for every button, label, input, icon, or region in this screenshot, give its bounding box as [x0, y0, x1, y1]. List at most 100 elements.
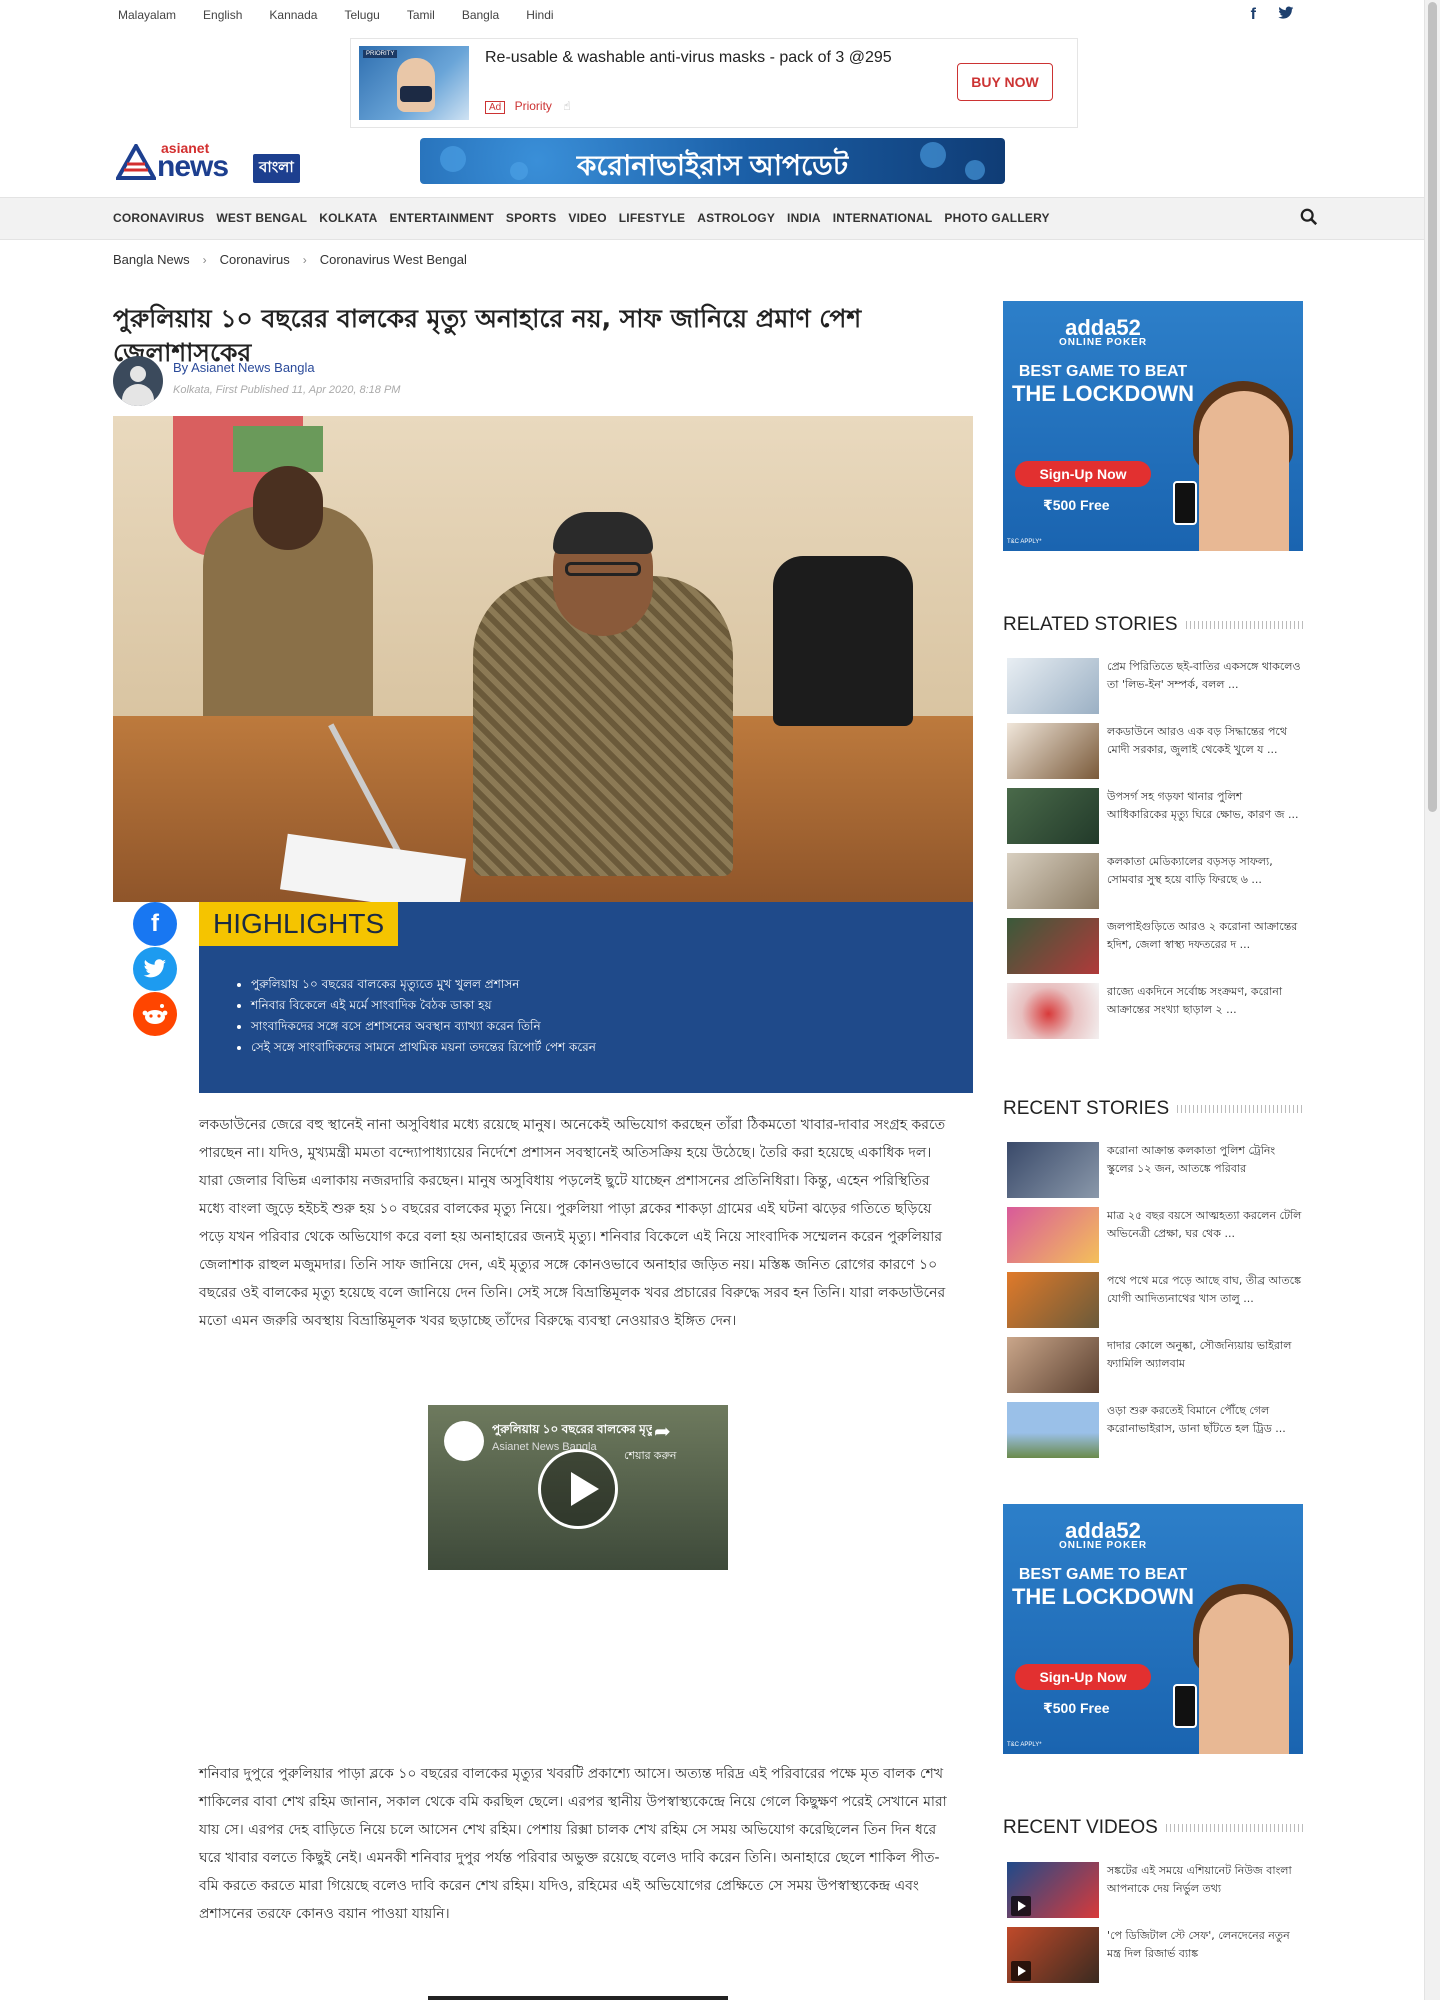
embedded-video-2[interactable]	[428, 1996, 728, 2000]
recent-stories-title: RECENT STORIES	[1003, 1098, 1170, 1119]
ad-title[interactable]: Re-usable & washable anti-virus masks - …	[485, 47, 905, 69]
nav-item-sports[interactable]: SPORTS	[506, 211, 557, 225]
story-title[interactable]: উপসর্গ সহ গড়ফা থানার পুলিশ আধিকারিকের ম…	[1107, 788, 1303, 824]
share-arrow-icon[interactable]: ➦	[654, 1419, 671, 1444]
list-item[interactable]: উপসর্গ সহ গড়ফা থানার পুলিশ আধিকারিকের ম…	[1007, 788, 1303, 853]
published-date: Kolkata, First Published 11, Apr 2020, 8…	[173, 384, 401, 396]
nav-item-west-bengal[interactable]: WEST BENGAL	[216, 211, 307, 225]
story-thumbnail[interactable]	[1007, 983, 1099, 1039]
story-title[interactable]: লকডাউনে আরও এক বড় সিদ্ধান্তের পথে মোদী …	[1107, 723, 1303, 759]
story-title[interactable]: দাদার কোলে অনুষ্কা, সৌজন্যিয়ায় ভাইরাল …	[1107, 1337, 1303, 1373]
related-stories-list: প্রেম পিরিতিতে ছই-বাতির একসঙ্গে থাকলেও ত…	[1007, 658, 1303, 1048]
lang-link-kannada[interactable]: Kannada	[269, 8, 317, 22]
facebook-share-icon[interactable]: f	[133, 902, 177, 946]
breadcrumb-coronavirus[interactable]: Coronavirus	[220, 252, 290, 267]
related-stories-title: RELATED STORIES	[1003, 614, 1178, 635]
search-icon[interactable]	[1300, 208, 1318, 226]
list-item[interactable]: জলপাইগুড়িতে আরও ২ করোনা আক্রান্তের হদিশ…	[1007, 918, 1303, 983]
nav-item-entertainment[interactable]: ENTERTAINMENT	[389, 211, 493, 225]
breadcrumb-coronavirus-west-bengal[interactable]: Coronavirus West Bengal	[320, 252, 467, 267]
lang-link-tamil[interactable]: Tamil	[407, 8, 435, 22]
video-title[interactable]: পুরুলিয়ায় ১০ বছরের বালকের মৃত্যু ...	[492, 1421, 652, 1441]
play-button[interactable]	[538, 1449, 618, 1529]
video-share-label[interactable]: শেয়ার করুন	[624, 1447, 676, 1466]
story-thumbnail[interactable]	[1007, 788, 1099, 844]
story-title[interactable]: রাজ্যে একদিনে সর্বোচ্চ সংক্রমণ, করোনা আক…	[1107, 983, 1303, 1019]
list-item[interactable]: 'পে ডিজিটাল স্টে সেফ', লেনদেনের নতুন মন্…	[1007, 1927, 1303, 1992]
covid-banner-text: করোনাভাইরাস আপডেট	[576, 150, 849, 181]
highlight-item: সাংবাদিকদের সঙ্গে বসে প্রশাসনের অবস্থান …	[251, 1016, 951, 1037]
sidebar-advertisement[interactable]: adda52 ONLINE POKER BEST GAME TO BEAT TH…	[1003, 1504, 1303, 1754]
story-thumbnail[interactable]	[1007, 853, 1099, 909]
story-title[interactable]: করোনা আক্রান্ত কলকাতা পুলিশ ট্রেনিং স্কু…	[1107, 1142, 1303, 1178]
recent-videos-heading: RECENT VIDEOS	[1003, 1817, 1303, 1839]
video-title[interactable]: 'পে ডিজিটাল স্টে সেফ', লেনদেনের নতুন মন্…	[1107, 1927, 1303, 1963]
nav-item-coronavirus[interactable]: CORONAVIRUS	[113, 211, 204, 225]
sidebar-advertisement[interactable]: adda52 ONLINE POKER BEST GAME TO BEAT TH…	[1003, 301, 1303, 551]
story-thumbnail[interactable]	[1007, 1337, 1099, 1393]
story-thumbnail[interactable]	[1007, 1207, 1099, 1263]
story-thumbnail[interactable]	[1007, 918, 1099, 974]
list-item[interactable]: করোনা আক্রান্ত কলকাতা পুলিশ ট্রেনিং স্কু…	[1007, 1142, 1303, 1207]
scrollbar-thumb[interactable]	[1428, 2, 1437, 812]
story-thumbnail[interactable]	[1007, 723, 1099, 779]
story-thumbnail[interactable]	[1007, 658, 1099, 714]
embedded-video[interactable]: পুরুলিয়ায় ১০ বছরের বালকের মৃত্যু ... A…	[428, 1405, 728, 1570]
author-name[interactable]: By Asianet News Bangla	[173, 360, 315, 375]
recent-videos-list: সঙ্কটের এই সময়ে এশিয়ানেট নিউজ বাংলা আপ…	[1007, 1862, 1303, 1992]
list-item[interactable]: ওড়া শুরু করতেই বিমানে পৌঁছে গেল করোনাভা…	[1007, 1402, 1303, 1467]
story-title[interactable]: পথে পথে মরে পড়ে আছে বাঘ, তীব্র আতঙ্কে য…	[1107, 1272, 1303, 1308]
story-title[interactable]: কলকাতা মেডিক্যালের বড়সড় সাফল্য, সোমবার…	[1107, 853, 1303, 889]
nav-item-international[interactable]: INTERNATIONAL	[833, 211, 933, 225]
breadcrumb-bangla-news[interactable]: Bangla News	[113, 252, 190, 267]
lang-link-english[interactable]: English	[203, 8, 242, 22]
ad-brand-sub: ONLINE POKER	[1058, 1540, 1148, 1551]
nav-item-video[interactable]: VIDEO	[568, 211, 606, 225]
list-item[interactable]: মাত্র ২৫ বছর বয়সে আত্মহত্যা করলেন টেলি …	[1007, 1207, 1303, 1272]
highlight-item: সেই সঙ্গে সাংবাদিকদের সামনে প্রাথমিক ময়…	[251, 1037, 951, 1058]
reddit-share-icon[interactable]	[133, 992, 177, 1036]
lang-link-malayalam[interactable]: Malayalam	[118, 8, 176, 22]
list-item[interactable]: দাদার কোলে অনুষ্কা, সৌজন্যিয়ায় ভাইরাল …	[1007, 1337, 1303, 1402]
list-item[interactable]: প্রেম পিরিতিতে ছই-বাতির একসঙ্গে থাকলেও ত…	[1007, 658, 1303, 723]
share-bar: f	[133, 902, 177, 1037]
nav-item-kolkata[interactable]: KOLKATA	[319, 211, 377, 225]
nav-item-india[interactable]: INDIA	[787, 211, 821, 225]
logo-mark-icon	[116, 144, 156, 180]
ad-free-text: ₹500 Free	[1043, 1700, 1110, 1716]
nav-item-photo-gallery[interactable]: PHOTO GALLERY	[944, 211, 1049, 225]
vertical-scrollbar[interactable]	[1424, 0, 1440, 2000]
story-title[interactable]: মাত্র ২৫ বছর বয়সে আত্মহত্যা করলেন টেলি …	[1107, 1207, 1303, 1243]
lang-link-bangla[interactable]: Bangla	[462, 8, 499, 22]
sign-up-button[interactable]: Sign-Up Now	[1015, 461, 1151, 487]
lang-link-telugu[interactable]: Telugu	[344, 8, 379, 22]
twitter-share-icon[interactable]	[133, 947, 177, 991]
list-item[interactable]: রাজ্যে একদিনে সর্বোচ্চ সংক্রমণ, করোনা আক…	[1007, 983, 1303, 1048]
story-title[interactable]: ওড়া শুরু করতেই বিমানে পৌঁছে গেল করোনাভা…	[1107, 1402, 1303, 1438]
recent-stories-heading: RECENT STORIES	[1003, 1098, 1303, 1120]
ad-line-2: THE LOCKDOWN	[1011, 1584, 1195, 1609]
list-item[interactable]: সঙ্কটের এই সময়ে এশিয়ানেট নিউজ বাংলা আপ…	[1007, 1862, 1303, 1927]
lang-link-hindi[interactable]: Hindi	[526, 8, 553, 22]
nav-item-lifestyle[interactable]: LIFESTYLE	[619, 211, 685, 225]
story-thumbnail[interactable]	[1007, 1272, 1099, 1328]
nav-item-astrology[interactable]: ASTROLOGY	[697, 211, 775, 225]
story-title[interactable]: প্রেম পিরিতিতে ছই-বাতির একসঙ্গে থাকলেও ত…	[1107, 658, 1303, 694]
twitter-icon[interactable]	[1278, 6, 1294, 25]
story-thumbnail[interactable]	[1007, 1402, 1099, 1458]
story-thumbnail[interactable]	[1007, 1142, 1099, 1198]
top-advertisement[interactable]: PRIORITY Re-usable & washable anti-virus…	[350, 38, 1078, 128]
video-title[interactable]: সঙ্কটের এই সময়ে এশিয়ানেট নিউজ বাংলা আপ…	[1107, 1862, 1303, 1898]
coronavirus-update-banner[interactable]: করোনাভাইরাস আপডেট	[420, 138, 1005, 184]
logo-bangla-text: বাংলা	[253, 154, 300, 183]
breadcrumb: Bangla News › Coronavirus › Coronavirus …	[113, 252, 467, 267]
list-item[interactable]: কলকাতা মেডিক্যালের বড়সড় সাফল্য, সোমবার…	[1007, 853, 1303, 918]
list-item[interactable]: পথে পথে মরে পড়ে আছে বাঘ, তীব্র আতঙ্কে য…	[1007, 1272, 1303, 1337]
buy-now-button[interactable]: BUY NOW	[957, 63, 1053, 101]
site-logo[interactable]: asianet news বাংলা	[113, 140, 313, 184]
sign-up-button[interactable]: Sign-Up Now	[1015, 1664, 1151, 1690]
article-paragraph: লকডাউনের জেরে বহু স্থানেই নানা অসুবিধার …	[199, 1117, 946, 1329]
facebook-icon[interactable]: f	[1251, 6, 1256, 25]
list-item[interactable]: লকডাউনে আরও এক বড় সিদ্ধান্তের পথে মোদী …	[1007, 723, 1303, 788]
story-title[interactable]: জলপাইগুড়িতে আরও ২ করোনা আক্রান্তের হদিশ…	[1107, 918, 1303, 954]
